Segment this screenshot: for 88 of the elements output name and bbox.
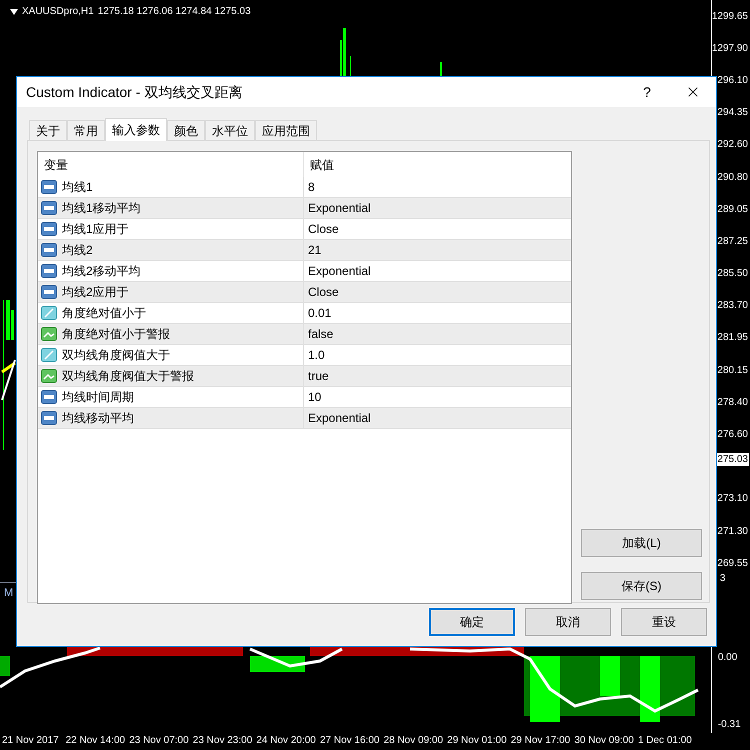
price-label: 289.05 xyxy=(717,202,748,217)
dialog-button[interactable]: 确定 xyxy=(429,608,515,636)
integer-icon xyxy=(41,264,57,278)
price-label: 290.80 xyxy=(717,170,748,185)
parameter-name: 均线2应用于 xyxy=(62,284,129,301)
parameter-value[interactable]: true xyxy=(308,367,329,385)
parameter-name: 双均线角度阀值大于警报 xyxy=(62,368,194,385)
price-label: 273.10 xyxy=(717,492,748,506)
tab[interactable]: 水平位 xyxy=(205,120,255,140)
parameter-value[interactable]: false xyxy=(308,325,334,343)
parameter-value[interactable]: 10 xyxy=(308,388,322,406)
parameter-name: 角度绝对值小于 xyxy=(62,305,146,322)
time-label: 23 Nov 07:00 xyxy=(129,735,189,746)
integer-icon xyxy=(41,285,57,299)
parameter-value[interactable]: 21 xyxy=(308,241,322,259)
parameter-value[interactable]: Exponential xyxy=(308,409,371,427)
tab[interactable]: 常用 xyxy=(67,120,105,140)
parameter-name: 均线时间周期 xyxy=(62,389,134,406)
price-label: 283.70 xyxy=(717,299,748,314)
time-label: 29 Nov 17:00 xyxy=(510,735,570,746)
price-label: 281.95 xyxy=(717,331,748,346)
price-label: 287.25 xyxy=(717,234,748,249)
price-label: 285.50 xyxy=(717,267,748,282)
integer-icon xyxy=(41,390,57,404)
integer-icon xyxy=(41,411,57,425)
tab[interactable]: 输入参数 xyxy=(105,118,167,141)
price-label: 1297.90 xyxy=(712,42,748,56)
column-header[interactable]: 变量 xyxy=(44,156,68,174)
fraction-icon xyxy=(41,348,57,362)
integer-icon xyxy=(41,180,57,194)
dialog-button[interactable]: 取消 xyxy=(525,608,611,636)
parameter-value[interactable]: Close xyxy=(308,283,339,301)
time-label: 28 Nov 09:00 xyxy=(384,735,444,746)
scale-label: 0.00 xyxy=(718,651,738,665)
price-label: 276.60 xyxy=(717,428,748,442)
price-label: 1299.65 xyxy=(712,10,748,24)
parameter-name: 角度绝对值小于警报 xyxy=(62,326,170,343)
integer-icon xyxy=(41,201,57,215)
tab[interactable]: 应用范围 xyxy=(255,120,317,140)
ohlc-values: 1275.18 1276.06 1274.84 1275.03 xyxy=(98,5,251,19)
price-label: 278.40 xyxy=(717,396,748,410)
current-price-label: 275.03 xyxy=(716,452,749,466)
time-label: 27 Nov 16:00 xyxy=(320,735,380,746)
integer-icon xyxy=(41,222,57,236)
symbol-label: XAUUSDpro,H1 xyxy=(22,5,94,19)
side-button[interactable]: 保存(S) xyxy=(581,572,702,600)
parameter-name: 均线1应用于 xyxy=(62,221,129,238)
line-graph-icon xyxy=(41,369,57,383)
parameter-name: 均线2 xyxy=(62,242,93,259)
time-label: 24 Nov 20:00 xyxy=(256,735,316,746)
scale-label: -0.31 xyxy=(718,718,742,732)
parameter-name: 双均线角度阀值大于 xyxy=(62,347,170,364)
parameter-value[interactable]: 0.01 xyxy=(308,304,332,322)
price-label: 269.55 xyxy=(717,556,748,571)
parameter-value[interactable]: 1.0 xyxy=(308,346,325,364)
indicator-label: M xyxy=(4,586,14,601)
parameter-value[interactable]: Exponential xyxy=(308,262,371,280)
price-label: 280.15 xyxy=(717,364,748,378)
time-label: 30 Nov 09:00 xyxy=(574,735,634,746)
price-label: 271.30 xyxy=(717,524,748,539)
parameter-name: 均线2移动平均 xyxy=(62,263,141,280)
help-button[interactable]: ? xyxy=(624,77,670,107)
histogram-bar xyxy=(0,656,10,676)
dialog-button[interactable]: 重设 xyxy=(621,608,707,636)
line-graph-icon xyxy=(41,327,57,341)
time-label: 29 Nov 01:00 xyxy=(447,735,507,746)
time-label: 1 Dec 01:00 xyxy=(638,735,692,746)
price-label: 3 xyxy=(720,573,726,584)
price-label: 296.10 xyxy=(717,74,748,88)
time-label: 22 Nov 14:00 xyxy=(66,735,126,746)
time-label: 21 Nov 2017 xyxy=(2,735,59,746)
parameter-value[interactable]: Close xyxy=(308,220,339,238)
dropdown-triangle-icon[interactable] xyxy=(10,8,18,14)
time-label: 23 Nov 23:00 xyxy=(192,735,252,746)
fraction-icon xyxy=(41,306,57,320)
tab[interactable]: 关于 xyxy=(29,120,67,140)
parameter-name: 均线1移动平均 xyxy=(62,200,141,217)
parameter-value[interactable]: 8 xyxy=(308,178,315,196)
parameter-name: 均线移动平均 xyxy=(62,410,134,427)
column-header[interactable]: 赋值 xyxy=(310,156,334,174)
parameter-name: 均线1 xyxy=(62,179,93,196)
price-label: 294.35 xyxy=(717,106,748,120)
integer-icon xyxy=(41,243,57,257)
price-label: 292.60 xyxy=(717,138,748,152)
tab[interactable]: 颜色 xyxy=(167,120,205,140)
parameter-value[interactable]: Exponential xyxy=(308,199,371,217)
window-title: Custom Indicator - 双均线交叉距离 xyxy=(26,82,244,102)
side-button[interactable]: 加载(L) xyxy=(581,529,702,557)
